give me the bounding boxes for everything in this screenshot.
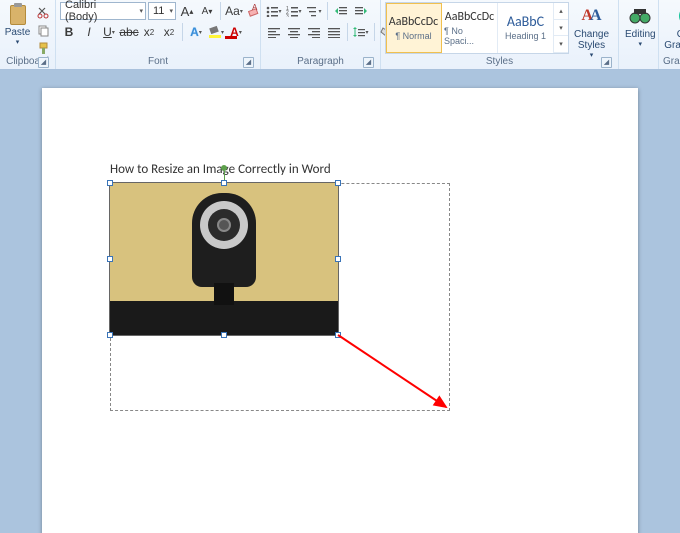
- font-size-combo[interactable]: 11 ▾: [148, 2, 176, 20]
- line-spacing-button[interactable]: ▾: [352, 23, 370, 41]
- grow-font-button[interactable]: A▴: [178, 2, 196, 20]
- font-size-value: 11: [153, 5, 164, 17]
- styles-dialog-launcher[interactable]: ◢: [601, 57, 612, 68]
- change-styles-icon: AA: [580, 4, 604, 28]
- style-normal[interactable]: AaBbCcDc ¶ Normal: [386, 3, 442, 53]
- paste-button[interactable]: Paste ▾: [4, 2, 31, 46]
- shrink-font-button[interactable]: A▾: [198, 2, 216, 20]
- styles-gallery: AaBbCcDc ¶ Normal AaBbCcDc ¶ No Spaci...…: [385, 2, 569, 54]
- group-grammarly: Open Grammarly Grammarly: [659, 0, 680, 69]
- cut-button[interactable]: [35, 4, 51, 20]
- group-label-paragraph: Paragraph: [297, 56, 344, 67]
- align-center-button[interactable]: [285, 23, 303, 41]
- bold-button[interactable]: B: [60, 23, 78, 41]
- font-dialog-launcher[interactable]: ◢: [243, 57, 254, 68]
- ribbon: Paste ▾ Clipboard ◢: [0, 0, 680, 70]
- copy-button[interactable]: [35, 22, 51, 38]
- gallery-more[interactable]: ▾: [554, 36, 568, 53]
- binoculars-icon: [628, 4, 652, 28]
- italic-button[interactable]: I: [80, 23, 98, 41]
- copy-icon: [37, 24, 50, 37]
- resize-handle-lc[interactable]: [107, 256, 113, 262]
- styles-gallery-scroll: ▴ ▾ ▾: [554, 3, 568, 53]
- increase-indent-button[interactable]: [352, 2, 370, 20]
- chevron-down-icon: ▾: [16, 38, 20, 46]
- style-no-spacing[interactable]: AaBbCcDc ¶ No Spaci...: [442, 3, 498, 53]
- resize-handle-br[interactable]: [335, 332, 341, 338]
- format-painter-button[interactable]: [35, 40, 51, 56]
- chevron-down-icon: ▾: [639, 40, 643, 48]
- resize-handle-tr[interactable]: [335, 180, 341, 186]
- image-resize-container: [110, 183, 570, 335]
- line-spacing-icon: [353, 26, 365, 38]
- strikethrough-button[interactable]: abc: [120, 23, 138, 41]
- align-left-button[interactable]: [265, 23, 283, 41]
- font-name-value: Calibri (Body): [65, 0, 131, 23]
- align-right-icon: [308, 26, 320, 38]
- chevron-down-icon: ▾: [139, 7, 143, 15]
- svg-text:A: A: [252, 4, 258, 12]
- paste-label: Paste: [5, 27, 31, 38]
- superscript-button[interactable]: x2: [160, 23, 178, 41]
- highlight-icon: [208, 25, 221, 39]
- resize-handle-bc[interactable]: [221, 332, 227, 338]
- change-case-button[interactable]: Aa▾: [225, 2, 243, 20]
- editing-button[interactable]: Editing ▾: [623, 2, 658, 50]
- resize-handle-tl[interactable]: [107, 180, 113, 186]
- clipboard-dialog-launcher[interactable]: ◢: [38, 57, 49, 68]
- open-grammarly-button[interactable]: Open Grammarly: [663, 2, 680, 53]
- paragraph-dialog-launcher[interactable]: ◢: [363, 57, 374, 68]
- multilevel-button[interactable]: ▾: [305, 2, 323, 20]
- chevron-down-icon: ▾: [169, 7, 173, 15]
- font-name-combo[interactable]: Calibri (Body) ▾: [60, 2, 146, 20]
- multilevel-list-icon: [306, 5, 318, 17]
- paste-icon: [7, 3, 29, 27]
- group-label-grammarly: Grammarly: [663, 56, 680, 67]
- indent-icon: [355, 5, 367, 17]
- change-styles-button[interactable]: AA Change Styles ▾: [569, 2, 614, 61]
- group-editing: Editing ▾: [619, 0, 659, 69]
- align-center-icon: [288, 26, 300, 38]
- resize-handle-bl[interactable]: [107, 332, 113, 338]
- group-label-font: Font: [148, 56, 168, 67]
- bullet-list-icon: [266, 5, 278, 17]
- gallery-up[interactable]: ▴: [554, 3, 568, 20]
- group-clipboard: Paste ▾ Clipboard ◢: [0, 0, 56, 69]
- text-effects-button[interactable]: A▾: [187, 23, 205, 41]
- embedded-image[interactable]: [110, 183, 338, 335]
- gallery-down[interactable]: ▾: [554, 20, 568, 37]
- resize-handle-tc[interactable]: [221, 180, 227, 186]
- decrease-indent-button[interactable]: [332, 2, 350, 20]
- justify-icon: [328, 26, 340, 38]
- number-list-icon: 123: [286, 5, 298, 17]
- resize-handle-rc[interactable]: [335, 256, 341, 262]
- style-heading1[interactable]: AaBbC Heading 1: [498, 3, 554, 53]
- outdent-icon: [335, 5, 347, 17]
- group-paragraph: ▾ 123▾ ▾ ▾ ▾ ▾: [261, 0, 381, 69]
- subscript-button[interactable]: x2: [140, 23, 158, 41]
- svg-text:3: 3: [286, 14, 289, 17]
- bullets-button[interactable]: ▾: [265, 2, 283, 20]
- justify-button[interactable]: [325, 23, 343, 41]
- group-styles: AaBbCcDc ¶ Normal AaBbCcDc ¶ No Spaci...…: [381, 0, 619, 69]
- align-right-button[interactable]: [305, 23, 323, 41]
- eraser-icon: A: [247, 4, 261, 18]
- font-color-button[interactable]: A▾: [227, 23, 245, 41]
- document-heading: How to Resize an Image Correctly in Word: [110, 162, 570, 177]
- document-page[interactable]: How to Resize an Image Correctly in Word: [42, 88, 638, 533]
- underline-button[interactable]: U▾: [100, 23, 118, 41]
- group-label-styles: Styles: [486, 56, 513, 67]
- scissors-icon: [37, 6, 50, 19]
- brush-icon: [37, 42, 50, 55]
- document-workspace: How to Resize an Image Correctly in Word: [0, 70, 680, 533]
- group-font: Calibri (Body) ▾ 11 ▾ A▴ A▾ Aa▾ A: [56, 0, 261, 69]
- numbering-button[interactable]: 123▾: [285, 2, 303, 20]
- highlight-button[interactable]: ▾: [207, 23, 225, 41]
- align-left-icon: [268, 26, 280, 38]
